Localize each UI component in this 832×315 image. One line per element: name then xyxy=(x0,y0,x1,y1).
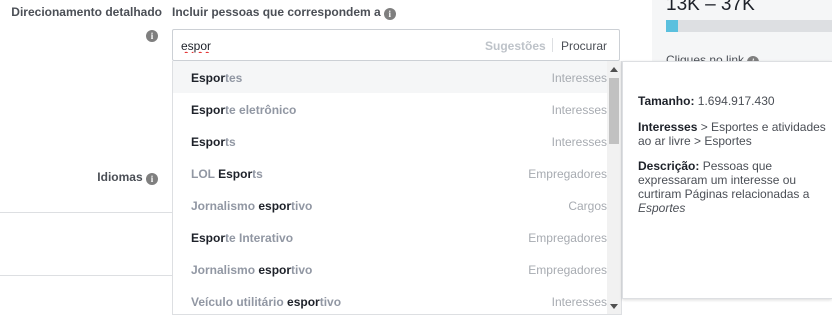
detail-description-label: Descrição: xyxy=(638,159,700,173)
divider xyxy=(552,38,553,52)
result-name-match: espor xyxy=(287,295,320,309)
result-name: Esportes xyxy=(191,71,242,85)
result-item[interactable]: LOL Esports Empregadores xyxy=(173,157,607,189)
result-type: Interesses xyxy=(551,71,607,85)
result-type: Empregadores xyxy=(528,231,607,245)
browse-button[interactable]: Procurar xyxy=(561,39,607,53)
detail-size-label: Tamanho: xyxy=(638,94,695,108)
result-name-match: Espor xyxy=(218,167,253,181)
result-name-prefix: Jornalismo xyxy=(191,199,259,213)
scrollbar-thumb[interactable] xyxy=(609,78,619,144)
result-name-match: Espor xyxy=(191,231,226,245)
interest-detail-card: Tamanho: 1.694.917.430 Interesses > Espo… xyxy=(622,61,832,299)
result-item[interactable]: Veículo utilitário esportivo Interesses xyxy=(173,285,607,314)
targeting-search-input[interactable] xyxy=(181,39,461,53)
search-results-dropdown: Esportes Interesses Esporte eletrônico I… xyxy=(172,61,622,315)
result-type: Empregadores xyxy=(528,263,607,277)
detail-interests: Interesses > Esportes e atividades ao ar… xyxy=(638,120,830,148)
languages-label-text: Idiomas xyxy=(97,170,143,184)
result-item[interactable]: Esporte eletrônico Interesses xyxy=(173,93,607,125)
result-item[interactable]: Esporte Interativo Empregadores xyxy=(173,221,607,253)
divider xyxy=(0,212,172,213)
result-name: LOL Esports xyxy=(191,167,263,181)
divider xyxy=(0,275,172,276)
results-scrollbar[interactable] xyxy=(607,61,621,314)
detail-interests-label: Interesses xyxy=(638,120,698,134)
include-heading: Incluir pessoas que correspondem ai xyxy=(172,5,396,20)
result-type: Cargos xyxy=(568,199,607,213)
result-name-match: Espor xyxy=(191,135,226,149)
result-name: Esporte Interativo xyxy=(191,231,293,245)
result-item[interactable]: Esportes Interesses xyxy=(173,61,607,93)
info-icon[interactable]: i xyxy=(146,30,158,42)
potential-reach-range: 13K – 37K xyxy=(666,0,755,15)
result-name-prefix: Jornalismo xyxy=(191,263,259,277)
result-type: Interesses xyxy=(551,135,607,149)
detail-description: Descrição: Pessoas que expressaram um in… xyxy=(638,159,830,215)
result-item[interactable]: Jornalismo esportivo Empregadores xyxy=(173,253,607,285)
scroll-up-arrow-icon[interactable] xyxy=(610,67,618,72)
result-item[interactable]: Jornalismo esportivo Cargos xyxy=(173,189,607,221)
result-name-rest: ts xyxy=(252,167,263,181)
info-icon[interactable]: i xyxy=(383,8,396,20)
info-icon[interactable]: i xyxy=(146,173,158,185)
languages-label: Idiomas i xyxy=(0,170,158,185)
result-name-match: espor xyxy=(258,263,292,277)
include-heading-text: Incluir pessoas que correspondem a xyxy=(172,5,381,19)
result-name-rest: ts xyxy=(225,135,236,149)
detailed-targeting-label: Direcionamento detalhado xyxy=(11,5,162,19)
result-name-rest: te Interativo xyxy=(225,231,294,245)
result-name: Jornalismo esportivo xyxy=(191,199,312,213)
result-name-rest: tivo xyxy=(319,295,342,309)
reach-meter-fill xyxy=(666,20,678,32)
result-name-rest: te eletrônico xyxy=(225,103,297,117)
result-name-rest: tes xyxy=(225,71,243,85)
suggestions-button[interactable]: Sugestões xyxy=(485,39,546,53)
result-name: Jornalismo esportivo xyxy=(191,263,312,277)
result-name: Veículo utilitário esportivo xyxy=(191,295,341,309)
result-type: Interesses xyxy=(551,295,607,309)
result-name: Esporte eletrônico xyxy=(191,103,296,117)
result-item[interactable]: Esports Interesses xyxy=(173,125,607,157)
targeting-search-box: Sugestões Procurar xyxy=(172,29,620,61)
result-name-rest: tivo xyxy=(291,263,313,277)
result-name-rest: tivo xyxy=(291,199,313,213)
reach-meter xyxy=(666,20,832,32)
result-name-match: Espor xyxy=(191,71,226,85)
detail-description-topic: Esportes xyxy=(638,201,686,215)
scroll-down-arrow-icon[interactable] xyxy=(610,304,618,309)
result-type: Interesses xyxy=(551,103,607,117)
result-name-match: Espor xyxy=(191,103,226,117)
result-name-match: espor xyxy=(258,199,292,213)
detail-size-value: 1.694.917.430 xyxy=(697,94,775,108)
result-type: Empregadores xyxy=(528,167,607,181)
detail-size: Tamanho: 1.694.917.430 xyxy=(638,94,830,108)
result-name-prefix: Veículo utilitário xyxy=(191,295,288,309)
result-name: Esports xyxy=(191,135,236,149)
result-name-prefix: LOL xyxy=(191,167,219,181)
